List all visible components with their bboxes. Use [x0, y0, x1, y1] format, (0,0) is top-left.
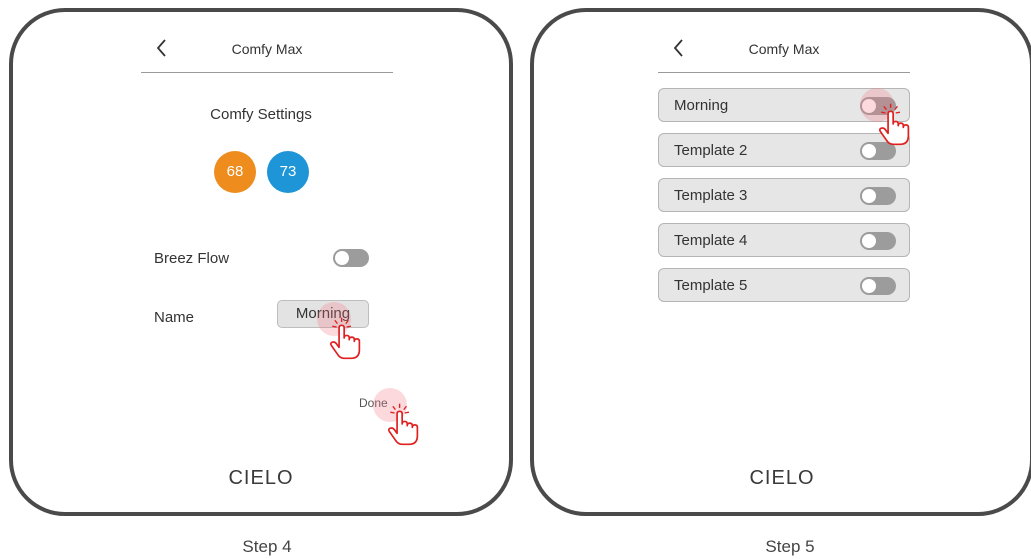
template-row-5[interactable]: Template 5 [658, 268, 910, 302]
template-toggle[interactable] [860, 232, 896, 250]
toggle-knob [862, 144, 876, 158]
name-label: Name [154, 309, 195, 326]
step-caption-4: Step 4 [242, 537, 292, 556]
template-row-3[interactable]: Template 3 [658, 178, 910, 212]
template-toggle[interactable] [860, 277, 896, 295]
hand-pointer-icon [329, 316, 361, 360]
phone-frame-step5: Comfy Max Morning Template 2 Template 3 … [530, 8, 1031, 516]
header-title: Comfy Max [231, 41, 303, 57]
toggle-knob [862, 189, 876, 203]
template-label: Template 4 [674, 232, 748, 249]
cielo-logo: CIELO [749, 467, 815, 489]
template-label: Morning [674, 97, 729, 114]
template-toggle[interactable] [860, 187, 896, 205]
breez-flow-toggle[interactable] [333, 249, 369, 267]
header-bar: Comfy Max [141, 32, 393, 73]
section-title: Comfy Settings [210, 106, 312, 123]
cielo-logo: CIELO [228, 467, 294, 489]
phone-frame-step4: Comfy Max Comfy Settings 68 73 Breez Flo… [9, 8, 513, 516]
template-label: Template 5 [674, 277, 748, 294]
temp-high-badge[interactable]: 73 [267, 151, 309, 193]
template-row-2[interactable]: Template 2 [658, 133, 910, 167]
toggle-knob [862, 279, 876, 293]
temp-low-badge[interactable]: 68 [214, 151, 256, 193]
breez-flow-label: Breez Flow [154, 250, 230, 267]
template-label: Template 2 [674, 142, 748, 159]
step-caption-5: Step 5 [765, 537, 815, 556]
hand-pointer-icon [387, 402, 419, 446]
toggle-knob [335, 251, 349, 265]
toggle-knob [862, 234, 876, 248]
template-label: Template 3 [674, 187, 748, 204]
template-row-4[interactable]: Template 4 [658, 223, 910, 257]
header-title: Comfy Max [748, 41, 820, 57]
hand-pointer-icon [878, 102, 910, 146]
header-bar: Comfy Max [658, 32, 910, 73]
